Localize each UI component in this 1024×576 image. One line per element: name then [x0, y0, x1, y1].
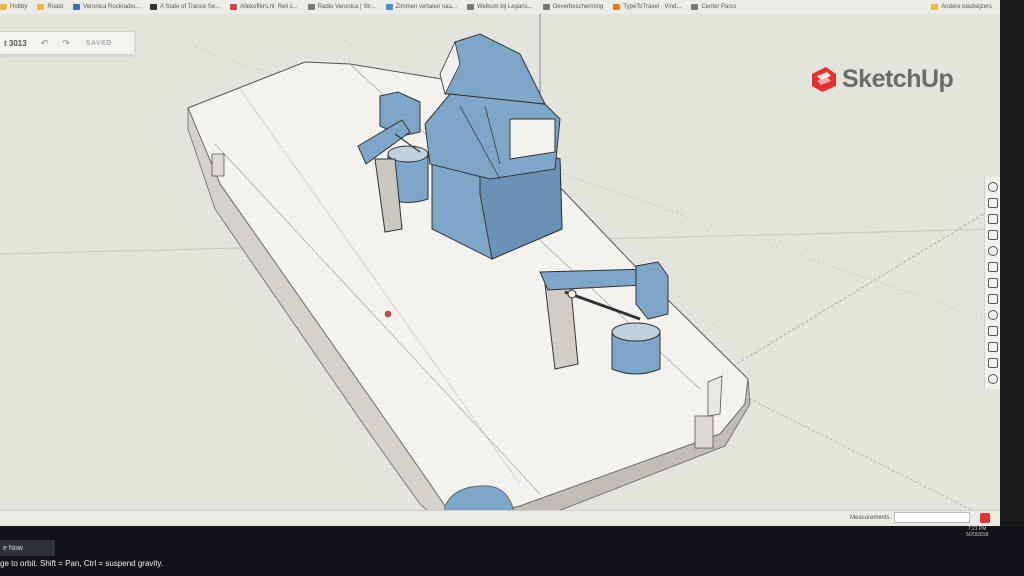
globe-icon — [466, 4, 474, 10]
measurements-label: Measurements — [850, 514, 890, 521]
status-hint: ge to orbit. Shift = Pan, Ctrl = suspend… — [0, 559, 164, 568]
os-taskbar: e Now ge to orbit. Shift = Pan, Ctrl = s… — [0, 526, 1024, 576]
axis-origin — [384, 310, 392, 318]
asot-icon — [150, 4, 158, 10]
bookmark-item[interactable]: Hobby — [0, 4, 27, 10]
bookmark-item[interactable]: Zimmen vertalen naa... — [385, 4, 457, 10]
materials-icon[interactable] — [988, 214, 998, 224]
layers-icon[interactable] — [988, 262, 998, 272]
right-arm-joint — [635, 261, 669, 320]
measurements-input[interactable] — [893, 512, 970, 523]
monitor-bezel — [1000, 0, 1024, 540]
tower-top — [444, 33, 546, 105]
components-icon[interactable] — [988, 230, 998, 240]
bookmark-item[interactable]: TypeToTravel - Vind... — [613, 4, 681, 10]
screenshot-icon[interactable] — [988, 358, 998, 368]
bookmark-item[interactable]: Roald — [37, 4, 63, 10]
redo-icon[interactable]: ↷ — [62, 38, 70, 49]
warehouse-icon[interactable] — [988, 374, 998, 384]
page-icon — [691, 4, 699, 10]
measurements-box: Measurements — [850, 512, 970, 523]
globe-icon — [542, 4, 550, 10]
shadows-icon[interactable] — [988, 294, 998, 304]
bookmark-item[interactable]: Welkom bij Legans... — [466, 4, 533, 10]
bookmark-label: Hobby — [10, 4, 28, 10]
folder-icon — [37, 4, 45, 10]
bookmark-label: Oeverbescherming — [552, 4, 604, 10]
bookmark-label: Zimmen vertalen naa... — [395, 4, 457, 10]
tray-panel — [984, 177, 1000, 389]
outliner-icon[interactable] — [988, 326, 998, 336]
entity-info-icon[interactable] — [988, 182, 998, 192]
system-tray-clock: 7:21 PM 5/20/2018 — [966, 526, 988, 538]
styles-icon[interactable] — [988, 246, 998, 256]
bookmarks-bar: Hobby Roald Veronica Rockradio... A State o… — [0, 0, 1000, 15]
bookmark-item[interactable]: Center Parcs — [691, 4, 736, 10]
document-title: t 3013 — [4, 38, 27, 48]
translate-icon — [385, 4, 393, 10]
3d-viewport[interactable]: t 3013 ↶ ↷ SAVED SketchUp — [0, 14, 1000, 524]
bookmark-label: A State of Trance Se... — [160, 4, 221, 10]
globe-icon — [307, 4, 315, 10]
help-icon[interactable] — [980, 513, 990, 523]
link-icon[interactable] — [988, 342, 998, 352]
sketchup-logo: SketchUp — [808, 64, 954, 94]
bookmark-item[interactable]: A State of Trance Se... — [150, 4, 220, 10]
display-icon[interactable] — [988, 310, 998, 320]
tray-date: 5/20/2018 — [966, 532, 989, 538]
bookmark-label: TypeToTravel - Vind... — [623, 4, 682, 10]
bookmark-item[interactable]: Allekoffers.nl: Reli c... — [230, 4, 298, 10]
scenes-icon[interactable] — [988, 278, 998, 288]
bookmark-label: Welkom bij Legans... — [476, 4, 533, 10]
bookmark-item[interactable]: Veronica Rockradio... — [73, 4, 140, 10]
bookmark-label: Center Parcs — [701, 4, 737, 10]
join-now-button[interactable]: e Now — [0, 540, 55, 556]
bookmark-label: Veronica Rockradio... — [83, 4, 141, 10]
page-icon — [613, 4, 621, 10]
bookmark-label: Roald — [47, 4, 64, 10]
other-bookmarks-label: Andere bladwijzers — [941, 4, 992, 10]
undo-icon[interactable]: ↶ — [41, 38, 49, 49]
sketchup-logo-icon — [812, 67, 836, 92]
title-toolbar: t 3013 ↶ ↷ SAVED — [0, 31, 135, 55]
status-bar: Measurements — [0, 510, 1000, 527]
other-bookmarks[interactable]: Andere bladwijzers — [931, 4, 992, 10]
instructor-icon[interactable] — [988, 198, 998, 208]
folder-icon — [931, 4, 939, 10]
logo-text: SketchUp — [842, 64, 954, 93]
bookmark-item[interactable]: Oeverbescherming — [542, 4, 604, 10]
folder-icon — [0, 4, 7, 10]
page-icon — [230, 4, 238, 10]
saved-status: SAVED — [85, 39, 112, 47]
bookmark-label: Radio Veronica | Str... — [317, 4, 376, 10]
bookmark-item[interactable]: Radio Veronica | Str... — [307, 4, 376, 10]
bookmark-label: Allekoffers.nl: Reli c... — [240, 4, 298, 10]
veronica-icon — [73, 4, 81, 10]
